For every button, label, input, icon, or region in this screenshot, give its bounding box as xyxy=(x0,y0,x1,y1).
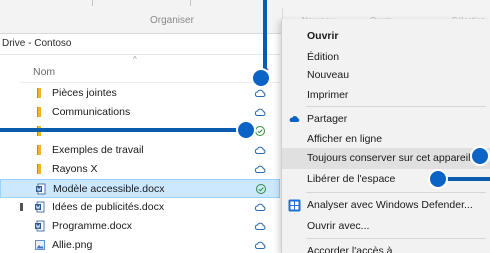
file-name: Allie.png xyxy=(52,239,93,251)
file-name: Pièces jointes xyxy=(52,87,117,99)
cloud-status-icon xyxy=(254,146,266,154)
file-name: Idées de publicités.docx xyxy=(52,201,165,213)
menu-separator xyxy=(306,192,486,193)
ribbon-group-organiser: Organiser xyxy=(150,15,194,26)
callout-line xyxy=(263,0,267,72)
column-header-name[interactable]: Nom xyxy=(33,66,55,78)
onedrive-cloud-icon xyxy=(289,116,300,122)
menu-item-label: Partager xyxy=(307,113,348,125)
file-row-idees-de-publicites[interactable]: Idées de publicités.docx xyxy=(0,198,285,217)
file-row-communications[interactable]: Communications xyxy=(0,103,285,122)
menu-item-label: Nouveau xyxy=(307,69,350,81)
pin-marker xyxy=(20,203,23,211)
file-list: Pièces jointes Communications Exemples d… xyxy=(0,84,285,253)
file-row-pieces-jointes[interactable]: Pièces jointes xyxy=(0,84,285,103)
cloud-status-icon xyxy=(254,165,266,173)
menu-item-ouvrir[interactable]: Ouvrir xyxy=(282,26,490,47)
menu-item-label: Toujours conserver sur cet appareil xyxy=(307,152,471,164)
menu-item-label: Ouvrir avec... xyxy=(307,220,370,232)
cloud-status-icon xyxy=(254,203,266,211)
menu-item-nouveau[interactable]: Nouveau xyxy=(282,65,490,86)
menu-item-afficher-en-ligne[interactable]: Afficher en ligne xyxy=(282,129,490,150)
menu-item-toujours-conserver[interactable]: Toujours conserver sur cet appareil xyxy=(282,148,490,169)
menu-item-label: Afficher en ligne xyxy=(307,133,383,145)
word-document-icon xyxy=(35,220,45,232)
word-document-icon xyxy=(36,183,46,195)
menu-separator xyxy=(306,106,486,107)
callout-marker-status-column xyxy=(251,68,271,88)
menu-item-accorder-acces[interactable]: Accorder l'accès à xyxy=(282,241,490,253)
callout-marker-toujours-conserver xyxy=(470,146,490,166)
menu-item-analyser-windows-defender[interactable]: Analyser avec Windows Defender... xyxy=(282,195,490,216)
divider xyxy=(20,82,280,83)
file-row-programme[interactable]: Programme.docx xyxy=(0,217,285,236)
ribbon-divider xyxy=(92,0,93,6)
file-row-modele-accessible[interactable]: Modèle accessible.docx xyxy=(0,179,280,198)
menu-item-label: Ouvrir xyxy=(307,30,339,42)
menu-separator xyxy=(306,238,486,239)
divider xyxy=(0,54,280,55)
menu-item-partager[interactable]: Partager xyxy=(282,109,490,130)
menu-item-label: Édition xyxy=(307,51,340,63)
windows-defender-icon xyxy=(288,199,301,212)
menu-item-label: Analyser avec Windows Defender... xyxy=(307,199,473,211)
menu-item-label: Libérer de l'espace xyxy=(307,173,396,185)
callout-marker-liberer-espace xyxy=(428,169,448,189)
ribbon-divider xyxy=(190,0,191,6)
cloud-status-icon xyxy=(254,89,266,97)
file-name: Communications xyxy=(52,106,131,118)
file-name: Programme.docx xyxy=(52,220,132,232)
file-row-allie-png[interactable]: Allie.png xyxy=(0,236,285,253)
menu-item-ouvrir-avec[interactable]: Ouvrir avec... xyxy=(282,216,490,237)
cloud-status-icon xyxy=(254,241,266,249)
image-file-icon xyxy=(35,240,45,250)
menu-item-label: Imprimer xyxy=(307,89,349,101)
sort-ascending-icon[interactable]: ^ xyxy=(133,55,137,64)
cloud-status-icon xyxy=(254,222,266,230)
folder-icon xyxy=(37,88,41,98)
callout-line xyxy=(442,177,490,181)
file-row-rayons-x[interactable]: Rayons X xyxy=(0,160,285,179)
context-menu: Ouvrir Édition Nouveau Imprimer Partager… xyxy=(281,19,490,253)
synced-status-icon xyxy=(256,184,266,194)
address-bar[interactable]: Drive - Contoso xyxy=(0,38,280,54)
folder-icon xyxy=(37,164,41,174)
callout-line xyxy=(0,128,240,132)
word-document-icon xyxy=(35,201,45,213)
file-row-exemples-de-travail[interactable]: Exemples de travail xyxy=(0,141,285,160)
file-name: Exemples de travail xyxy=(52,144,144,156)
callout-marker-synced-status xyxy=(236,120,256,140)
menu-item-label: Accorder l'accès à xyxy=(307,245,393,253)
file-name: Rayons X xyxy=(52,163,98,175)
cloud-status-icon xyxy=(254,108,266,116)
folder-icon xyxy=(37,107,41,117)
folder-icon xyxy=(37,145,41,155)
file-name: Modèle accessible.docx xyxy=(53,183,165,195)
menu-item-imprimer[interactable]: Imprimer xyxy=(282,85,490,106)
